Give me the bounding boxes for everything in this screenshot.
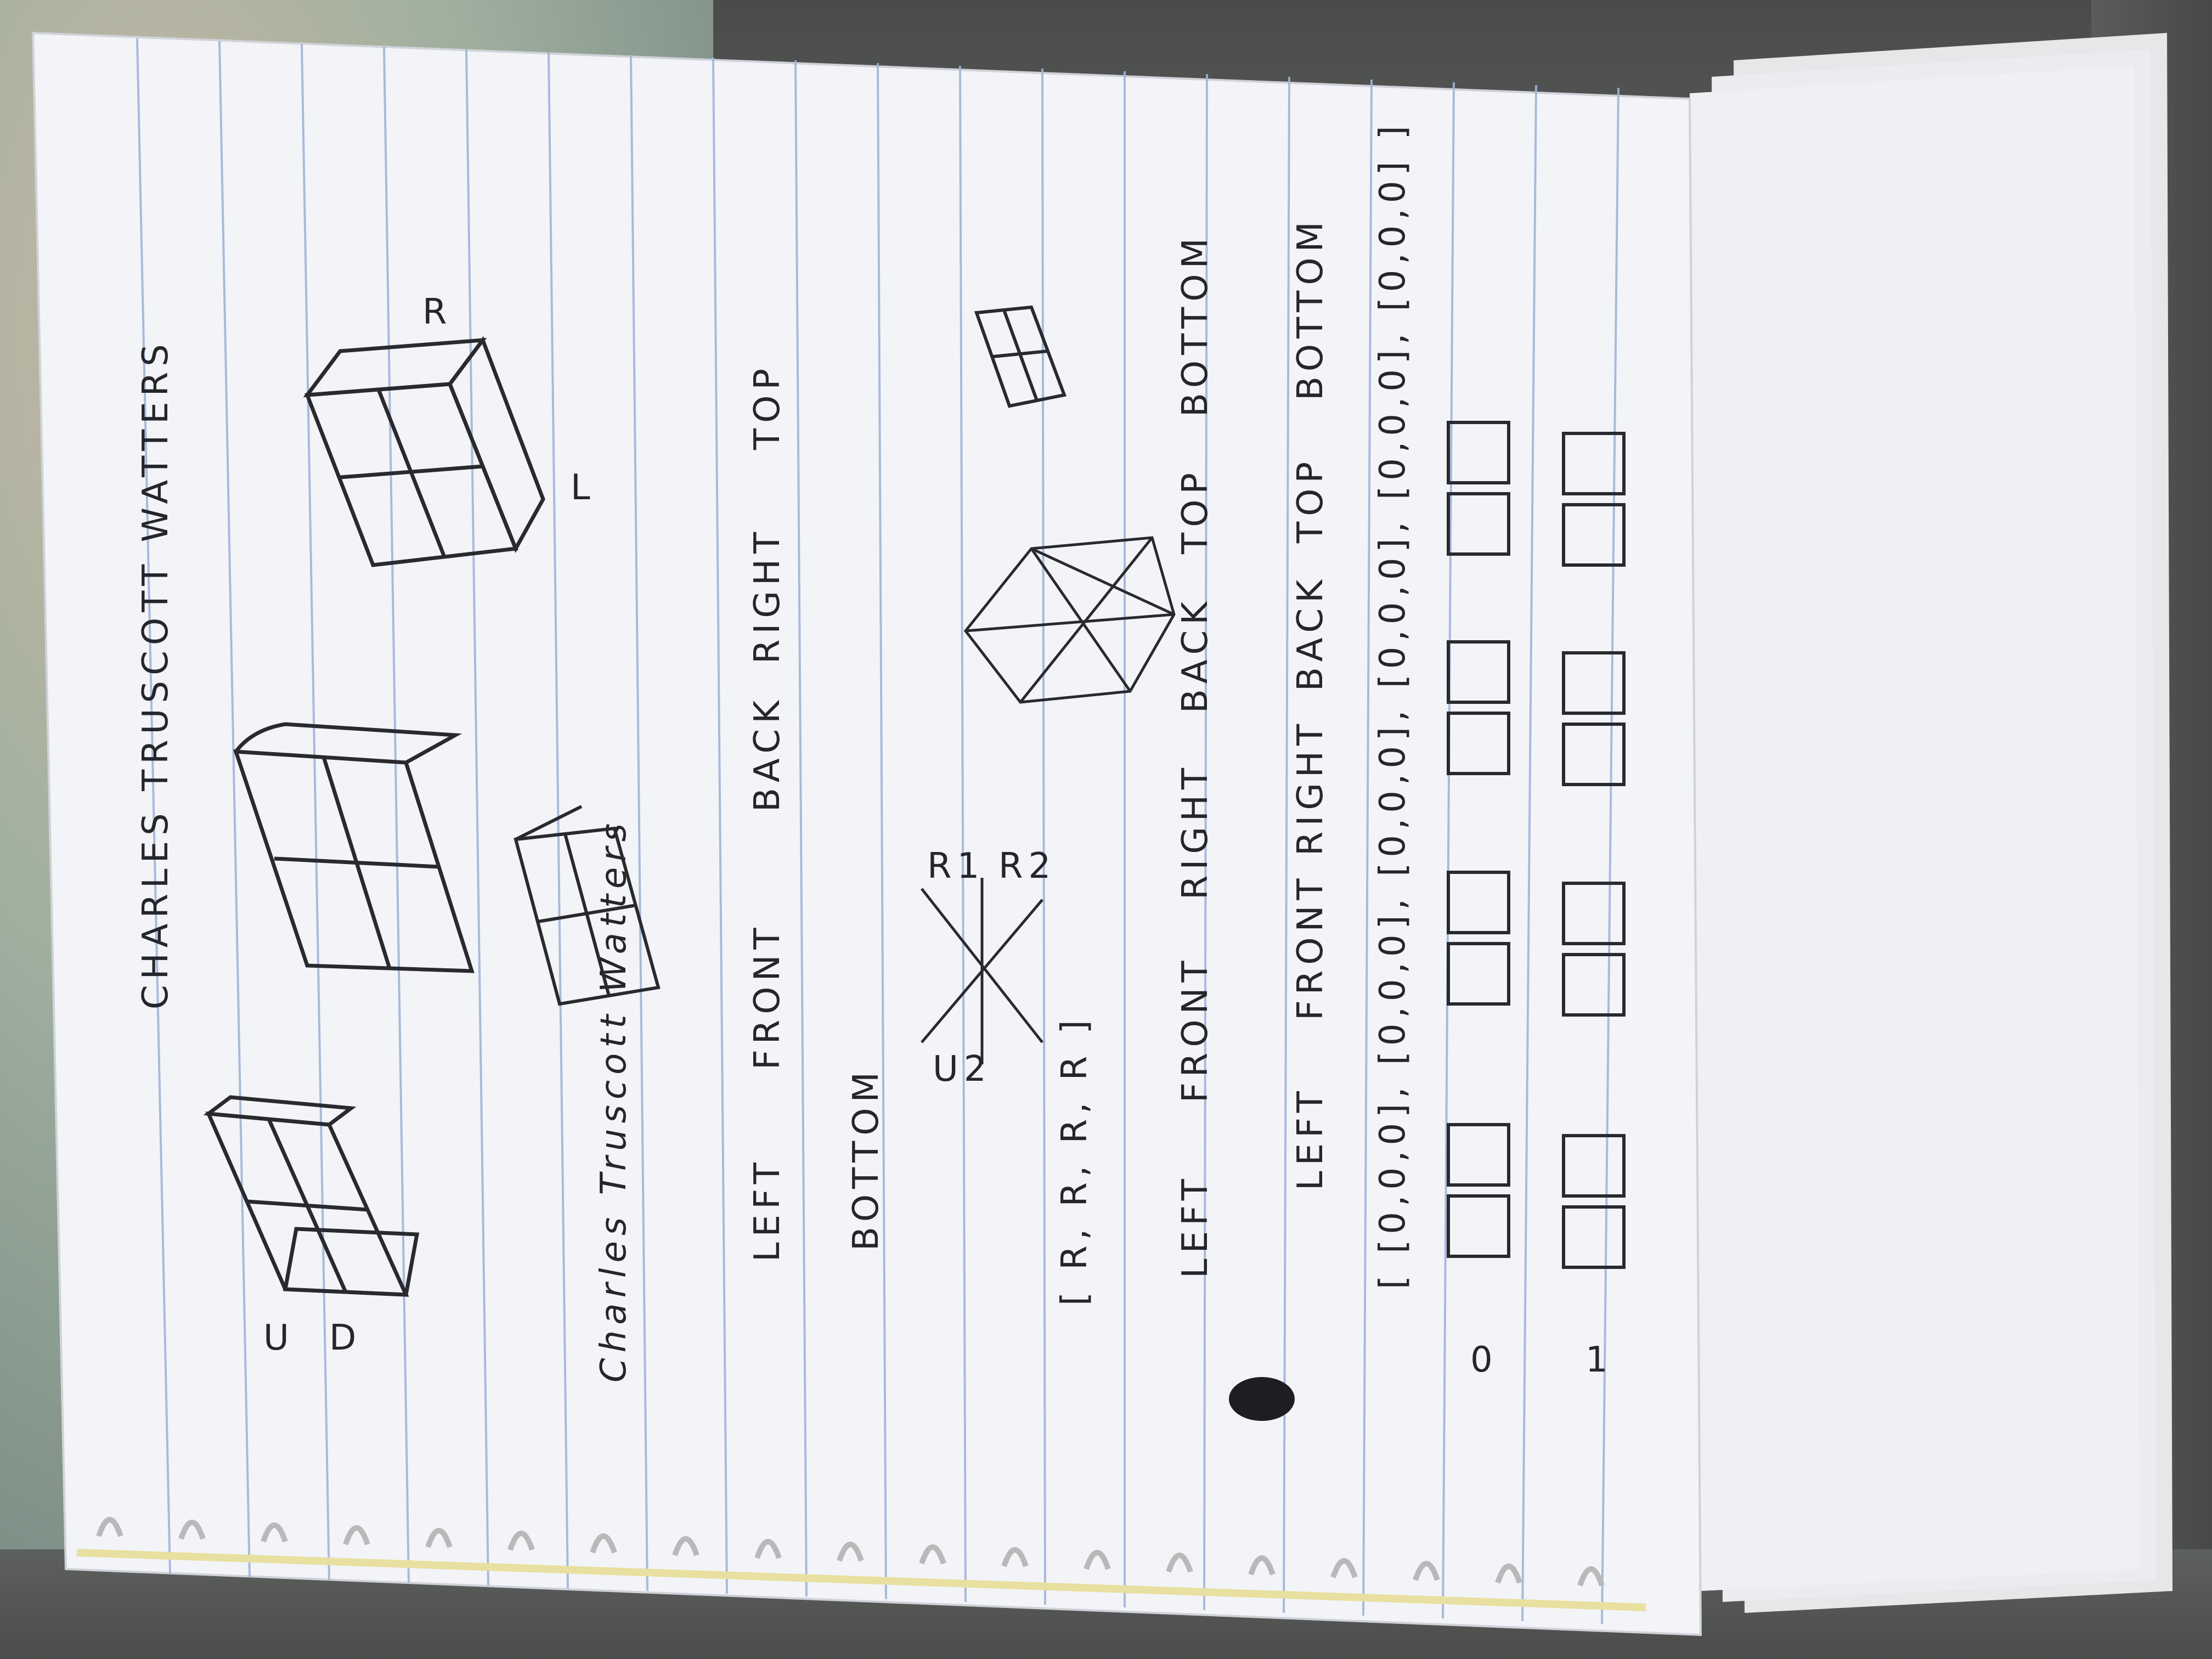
move-label-r2: R2	[998, 846, 1056, 887]
paper-sheet	[31, 31, 1702, 1637]
svg-text:RIGHT: RIGHT	[1290, 719, 1331, 856]
move-label-d: D	[329, 1318, 362, 1358]
svg-text:TOP: TOP	[747, 363, 788, 450]
svg-text:BOTTOM: BOTTOM	[846, 1066, 887, 1251]
array-literal: [ [0,0,0], [0,0,0], [0,0,0], [0,0,0], [0…	[1373, 120, 1413, 1289]
svg-text:BACK: BACK	[1290, 574, 1331, 691]
svg-text:BOTTOM: BOTTOM	[1175, 233, 1216, 417]
svg-text:BOTTOM: BOTTOM	[1290, 216, 1331, 400]
page-title: CHARLES TRUSCOTT WATTERS	[136, 338, 176, 1009]
svg-text:1: 1	[1585, 1340, 1613, 1380]
svg-text:TOP: TOP	[1290, 456, 1331, 544]
svg-text:BACK: BACK	[1175, 596, 1216, 713]
ink-blot	[1229, 1377, 1295, 1421]
svg-text:FRONT: FRONT	[1175, 955, 1216, 1103]
svg-text:TOP: TOP	[1175, 467, 1216, 555]
move-label-u: U	[263, 1318, 295, 1358]
signature: Charles Truscott Watters	[594, 818, 634, 1383]
move-label-r1: R1	[927, 846, 985, 887]
move-label-u2: U2	[933, 1049, 992, 1090]
rotation-list: [ R, R, R, R ]	[1054, 1014, 1095, 1306]
svg-text:LEFT: LEFT	[1175, 1173, 1216, 1278]
svg-text:FRONT: FRONT	[747, 922, 788, 1070]
move-label-l: L	[571, 467, 596, 508]
move-label-r: R	[422, 292, 452, 332]
svg-text:LEFT: LEFT	[747, 1157, 788, 1262]
photo-scene: CHARLES TRUSCOTT WATTERS Charles Truscot…	[0, 0, 2212, 1659]
svg-text:RIGHT: RIGHT	[747, 527, 788, 664]
svg-text:RIGHT: RIGHT	[1175, 763, 1216, 900]
stacked-page-edges	[1690, 33, 2172, 1613]
notebook-page: CHARLES TRUSCOTT WATTERS Charles Truscot…	[31, 31, 2172, 1637]
svg-text:BACK: BACK	[747, 695, 788, 812]
svg-text:FRONT: FRONT	[1290, 873, 1331, 1020]
svg-text:LEFT: LEFT	[1290, 1086, 1331, 1190]
svg-text:0: 0	[1470, 1340, 1498, 1380]
